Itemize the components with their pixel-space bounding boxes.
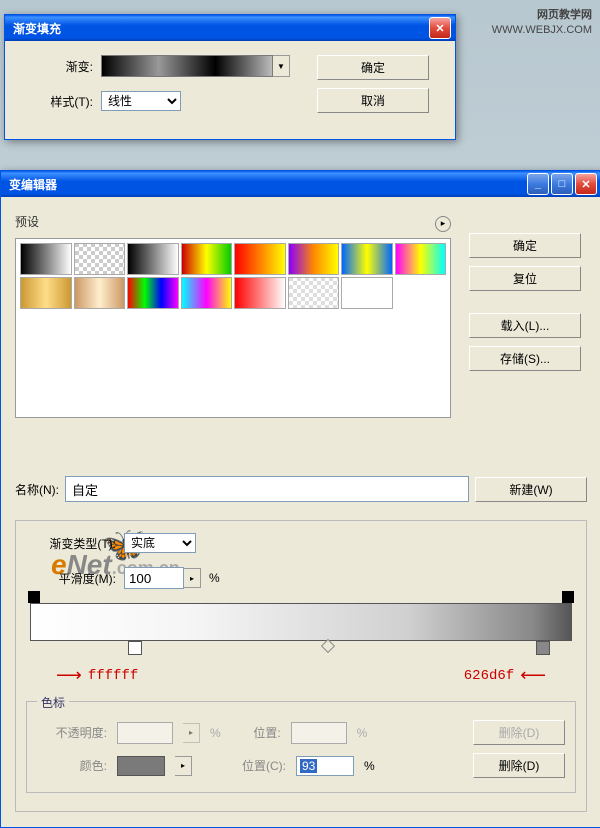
color-label: 颜色: <box>37 757 107 774</box>
color-swatch[interactable] <box>117 756 165 776</box>
maximize-icon[interactable]: □ <box>551 173 573 195</box>
position-input <box>291 722 347 744</box>
preset-swatch[interactable] <box>20 277 72 309</box>
position-c-label: 位置(C): <box>226 757 286 774</box>
close-icon[interactable]: ✕ <box>575 173 597 195</box>
position-label: 位置: <box>231 724 281 741</box>
smoothness-input[interactable] <box>124 567 184 589</box>
gradient-editor-dialog: 变编辑器 _ □ ✕ 预设 ▸ 确定 复位 载入(L)... 存 <box>0 170 600 828</box>
dropdown-arrow-icon[interactable]: ▸ <box>184 568 201 588</box>
preset-swatch[interactable] <box>288 243 340 275</box>
preset-swatch[interactable] <box>288 277 340 309</box>
ok-button[interactable]: 确定 <box>317 55 429 80</box>
preset-swatch[interactable] <box>234 243 286 275</box>
delete-button[interactable]: 删除(D) <box>473 753 565 778</box>
close-icon[interactable]: ✕ <box>429 17 451 39</box>
delete-button: 删除(D) <box>473 720 565 745</box>
opacity-input <box>117 722 173 744</box>
gradient-fill-dialog: 渐变填充 ✕ 渐变: ▼ 样式(T): 线性 确定 取消 <box>4 14 456 140</box>
preset-swatch[interactable] <box>74 243 126 275</box>
preset-swatch[interactable] <box>127 277 179 309</box>
load-button[interactable]: 载入(L)... <box>469 313 581 338</box>
opacity-label: 不透明度: <box>37 724 107 741</box>
gradient-bar[interactable] <box>30 603 572 641</box>
gradient-label: 渐变: <box>23 58 93 75</box>
color-stops-group: 色标 不透明度: ▸ % 位置: % 删除(D) 颜色: ▸ 位置(C): 93 <box>26 701 576 793</box>
name-label: 名称(N): <box>15 481 59 498</box>
preset-swatch[interactable] <box>341 243 393 275</box>
preset-swatch[interactable] <box>20 243 72 275</box>
style-select[interactable]: 线性 <box>101 91 181 111</box>
preset-grid <box>15 238 451 418</box>
arrow-right-icon: ⟶ <box>56 665 82 687</box>
gradient-type-label: 渐变类型(T): <box>26 535 116 552</box>
smoothness-label: 平滑度(M): <box>26 570 116 587</box>
style-label: 样式(T): <box>23 93 93 110</box>
name-input[interactable] <box>65 476 469 502</box>
preset-swatch[interactable] <box>74 277 126 309</box>
dropdown-arrow-icon[interactable]: ▸ <box>175 756 192 776</box>
preset-swatch[interactable] <box>181 243 233 275</box>
opacity-stop-right[interactable] <box>562 591 574 603</box>
arrow-left-icon: ⟵ <box>520 665 546 687</box>
group-legend: 色标 <box>37 694 69 711</box>
new-button[interactable]: 新建(W) <box>475 477 587 502</box>
reset-button[interactable]: 复位 <box>469 266 581 291</box>
dropdown-arrow-icon: ▸ <box>183 723 200 743</box>
color-stop-right[interactable] <box>536 641 550 655</box>
position-c-input[interactable]: 93 <box>296 756 354 776</box>
dialog-title: 渐变填充 <box>9 20 61 37</box>
titlebar[interactable]: 渐变填充 ✕ <box>5 15 455 41</box>
preset-swatch[interactable] <box>127 243 179 275</box>
preset-swatch[interactable] <box>181 277 233 309</box>
color-stop-left[interactable] <box>128 641 142 655</box>
annotation-row: ⟶ffffff 626d6f⟵ <box>56 665 546 687</box>
gradient-settings-group: 渐变类型(T): 实底 平滑度(M): ▸ % <box>15 520 587 812</box>
watermark-text: 网页教学网 WWW.WEBJX.COM <box>492 8 592 39</box>
gradient-preview[interactable] <box>101 55 273 77</box>
midpoint-handle[interactable] <box>321 639 335 653</box>
dropdown-arrow-icon[interactable]: ▼ <box>273 55 290 77</box>
preset-swatch[interactable] <box>234 277 286 309</box>
titlebar[interactable]: 变编辑器 _ □ ✕ <box>1 171 600 197</box>
preset-swatch[interactable] <box>341 277 393 309</box>
opacity-stop-left[interactable] <box>28 591 40 603</box>
percent-label: % <box>209 571 220 585</box>
preset-label: 预设 <box>15 213 39 230</box>
ok-button[interactable]: 确定 <box>469 233 581 258</box>
save-button[interactable]: 存储(S)... <box>469 346 581 371</box>
gradient-type-select[interactable]: 实底 <box>124 533 196 553</box>
minimize-icon[interactable]: _ <box>527 173 549 195</box>
preset-swatch[interactable] <box>395 243 447 275</box>
dialog-title: 变编辑器 <box>5 176 57 193</box>
preset-menu-icon[interactable]: ▸ <box>435 216 451 232</box>
cancel-button[interactable]: 取消 <box>317 88 429 113</box>
